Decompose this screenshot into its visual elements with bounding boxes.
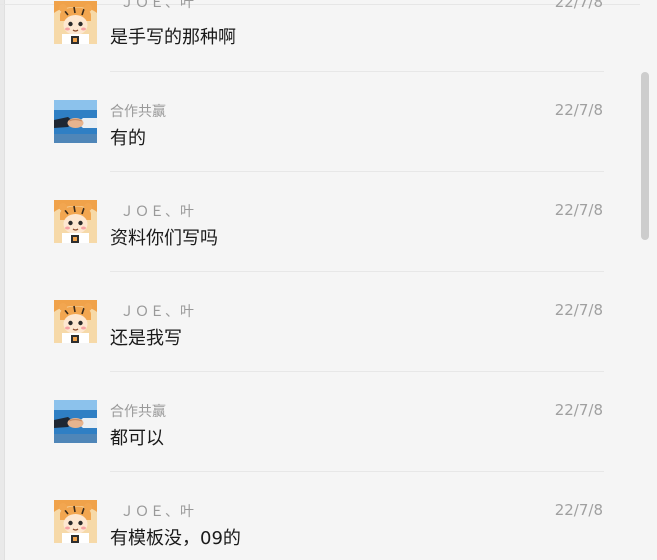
tiger-avatar[interactable]: [54, 200, 97, 243]
message-text: 资料你们写吗: [110, 228, 218, 249]
sender-name: ＪＯＥ、叶: [120, 304, 195, 320]
sender-name: 合作共赢: [110, 104, 166, 120]
message-item[interactable]: ＪＯＥ、叶 22/7/8 资料你们写吗: [0, 200, 640, 300]
message-divider: [110, 171, 604, 172]
message-divider: [110, 71, 604, 72]
message-text: 有的: [110, 128, 146, 149]
tiger-avatar[interactable]: [54, 1, 97, 44]
message-text: 有模板没，09的: [110, 528, 241, 549]
message-text: 都可以: [110, 428, 164, 449]
message-item[interactable]: 合作共赢 22/7/8 都可以: [0, 400, 640, 500]
message-time: 22/7/8: [554, 401, 603, 419]
message-item[interactable]: ＪＯＥ、叶 22/7/8 还是我写: [0, 300, 640, 400]
sender-name: 合作共赢: [110, 404, 166, 420]
message-item[interactable]: 合作共赢 22/7/8 有的: [0, 100, 640, 200]
message-time: 22/7/8: [554, 101, 603, 119]
message-divider: [110, 271, 604, 272]
tiger-avatar[interactable]: [54, 300, 97, 343]
tiger-avatar[interactable]: [54, 500, 97, 543]
message-time: 22/7/8: [554, 201, 603, 219]
message-time: 22/7/8: [554, 501, 603, 519]
message-text: 还是我写: [110, 328, 182, 349]
handshake-avatar[interactable]: [54, 100, 97, 143]
sender-name: ＪＯＥ、叶: [120, 504, 195, 520]
handshake-avatar[interactable]: [54, 400, 97, 443]
message-time: 22/7/8: [554, 0, 603, 11]
message-item[interactable]: ＪＯＥ、叶 22/7/8 有模板没，09的: [0, 500, 640, 560]
sender-name: ＪＯＥ、叶: [120, 204, 195, 220]
message-time: 22/7/8: [554, 301, 603, 319]
vertical-scrollbar-thumb[interactable]: [641, 72, 649, 240]
message-divider: [110, 471, 604, 472]
chat-history-window: ＪＯＥ、叶 22/7/8 是手写的那种啊 合作共赢 22/7/8 有的 ＪＯＥ、…: [0, 0, 657, 560]
message-divider: [110, 371, 604, 372]
sender-name: ＪＯＥ、叶: [120, 0, 195, 11]
message-text: 是手写的那种啊: [110, 27, 236, 48]
message-item[interactable]: ＪＯＥ、叶 22/7/8 是手写的那种啊: [0, 0, 640, 101]
